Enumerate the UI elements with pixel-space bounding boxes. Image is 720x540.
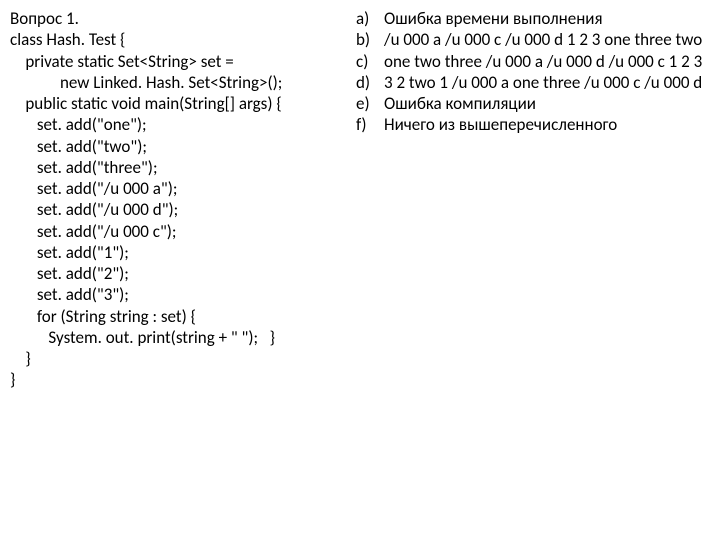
code-line: System. out. print(string + " "); }	[10, 327, 275, 348]
code-line: set. add("two");	[10, 136, 147, 157]
question-block: Вопрос 1. class Hash. Test { private sta…	[10, 8, 356, 391]
code-line: new Linked. Hash. Set<String>();	[10, 72, 282, 93]
code-line: public static void main(String[] args) {	[10, 93, 282, 114]
code-line: set. add("3");	[10, 284, 129, 305]
option-text: 3 2 two 1 /u 000 a one three /u 000 c /u…	[384, 72, 710, 93]
option-letter: d)	[356, 72, 384, 93]
content-wrap: Вопрос 1. class Hash. Test { private sta…	[10, 8, 710, 391]
option-e[interactable]: e) Ошибка компиляции	[356, 93, 710, 114]
option-text: Ничего из вышеперечисленного	[384, 114, 710, 135]
option-letter: c)	[356, 51, 384, 72]
option-text: /u 000 a /u 000 c /u 000 d 1 2 3 one thr…	[384, 29, 710, 50]
code-line: private static Set<String> set =	[10, 51, 234, 72]
option-letter: a)	[356, 8, 384, 29]
options-block: a) Ошибка времени выполнения b) /u 000 a…	[356, 8, 710, 136]
question-title: Вопрос 1.	[10, 8, 79, 29]
code-line: class Hash. Test {	[10, 29, 125, 50]
code-line: set. add("2");	[10, 263, 129, 284]
option-text: one two three /u 000 a /u 000 d /u 000 c…	[384, 51, 710, 72]
option-text: Ошибка времени выполнения	[384, 8, 710, 29]
option-a[interactable]: a) Ошибка времени выполнения	[356, 8, 710, 29]
option-letter: e)	[356, 93, 384, 114]
option-f[interactable]: f) Ничего из вышеперечисленного	[356, 114, 710, 135]
code-line: set. add("/u 000 c");	[10, 221, 176, 242]
option-text: Ошибка компиляции	[384, 93, 710, 114]
code-line: for (String string : set) {	[10, 306, 196, 327]
option-d[interactable]: d) 3 2 two 1 /u 000 a one three /u 000 c…	[356, 72, 710, 93]
code-line: set. add("three");	[10, 157, 158, 178]
code-line: }	[10, 348, 31, 369]
option-b[interactable]: b) /u 000 a /u 000 c /u 000 d 1 2 3 one …	[356, 29, 710, 50]
option-c[interactable]: c) one two three /u 000 a /u 000 d /u 00…	[356, 51, 710, 72]
option-letter: f)	[356, 114, 384, 135]
code-line: set. add("/u 000 d");	[10, 199, 178, 220]
code-line: }	[10, 369, 15, 390]
code-line: set. add("1");	[10, 242, 129, 263]
option-letter: b)	[356, 29, 384, 50]
code-line: set. add("one");	[10, 114, 147, 135]
code-line: set. add("/u 000 a");	[10, 178, 177, 199]
